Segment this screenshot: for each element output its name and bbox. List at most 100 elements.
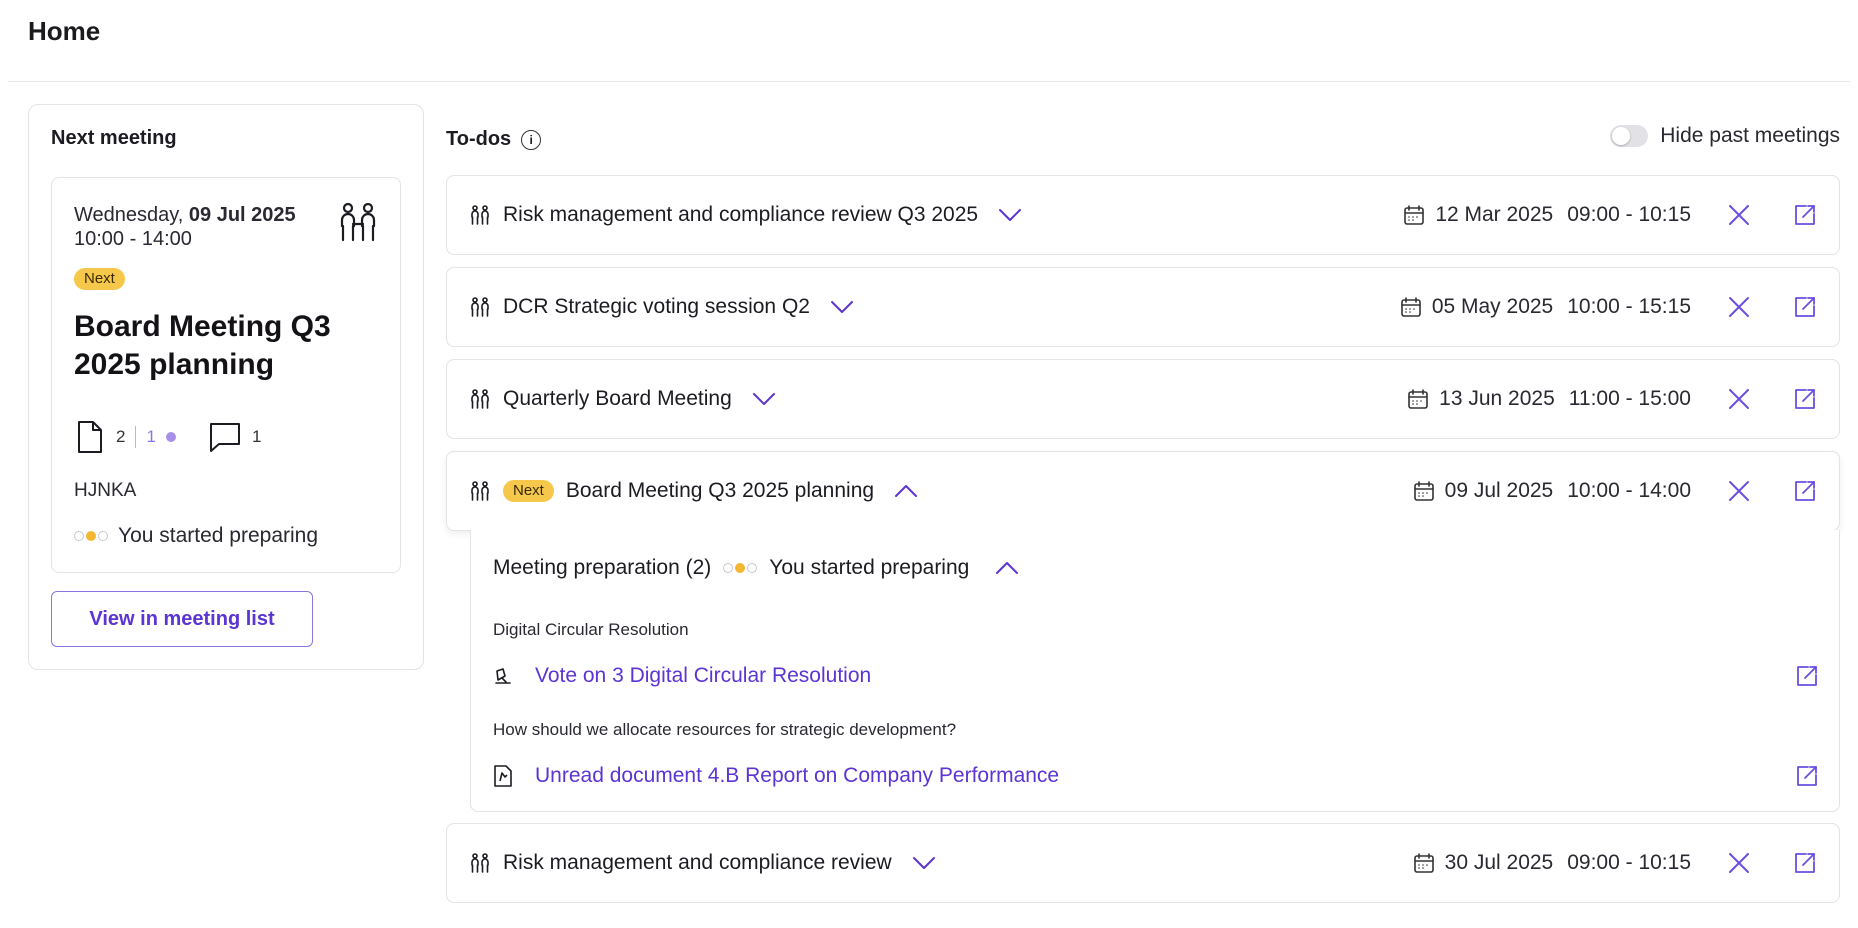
document-link[interactable]: Unread document 4.B Report on Company Pe…: [535, 764, 1059, 788]
meeting-weekday: Wednesday,: [74, 204, 189, 226]
meeting-date: 05 May 2025: [1431, 295, 1554, 318]
meeting-row[interactable]: DCR Strategic voting session Q2 05 May 20…: [446, 267, 1840, 347]
meeting-time: 10:00 - 14:00: [1567, 479, 1691, 502]
meeting-title: Board Meeting Q3 2025 planning: [74, 310, 331, 381]
progress-dots: [74, 531, 108, 541]
calendar-icon: [1403, 204, 1425, 226]
toggle-label: Hide past meetings: [1660, 124, 1840, 147]
meeting-row-right: 12 Mar 2025 09:00 - 10:15: [1403, 176, 1817, 254]
meeting-row-right: 30 Jul 2025 09:00 - 10:15: [1413, 824, 1817, 902]
calendar-icon: [1413, 480, 1435, 502]
next-meeting-card[interactable]: Wednesday, 09 Jul 2025 10:00 - 14:00 Nex…: [51, 177, 401, 573]
chevron-down-icon[interactable]: [998, 208, 1022, 222]
meeting-stats: 2 1 1: [74, 420, 261, 454]
stat-separator: [135, 426, 137, 448]
info-icon[interactable]: i: [521, 129, 542, 150]
calendar-icon: [1400, 296, 1422, 318]
meeting-title: Board Meeting Q3 2025 planning: [565, 479, 875, 502]
chevron-down-icon[interactable]: [912, 856, 936, 870]
prep-item-vote[interactable]: Vote on 3 Digital Circular Resolution: [493, 658, 1819, 694]
chevron-up-icon[interactable]: [995, 561, 1019, 575]
close-icon[interactable]: [1727, 479, 1751, 503]
external-link-icon[interactable]: [1793, 295, 1817, 319]
people-icon: [336, 200, 380, 244]
people-icon: [469, 388, 491, 410]
section-label: Digital Circular Resolution: [493, 620, 689, 639]
meeting-date: 12 Mar 2025: [1435, 203, 1554, 226]
document-icon: [74, 420, 106, 454]
meeting-row-left: Next Board Meeting Q3 2025 planning: [469, 452, 918, 530]
meeting-title: Risk management and compliance review: [503, 851, 892, 874]
todos-heading: To-dos i: [446, 128, 542, 151]
meeting-row[interactable]: Risk management and compliance review Q3…: [446, 175, 1840, 255]
people-icon: [469, 296, 491, 318]
preparation-status-label: You started preparing: [118, 524, 319, 547]
next-meeting-heading: Next meeting: [51, 127, 177, 149]
prep-item-document[interactable]: Unread document 4.B Report on Company Pe…: [493, 758, 1819, 794]
meeting-time: 10:00 - 14:00: [74, 228, 192, 250]
vote-icon: [493, 666, 513, 686]
next-meeting-panel: Next meeting Wednesday, 09 Jul 2025 10:0…: [28, 104, 424, 670]
meeting-date: 30 Jul 2025: [1444, 851, 1554, 874]
view-in-meeting-list-button[interactable]: View in meeting list: [51, 591, 313, 647]
meeting-title: Risk management and compliance review Q3…: [503, 203, 979, 226]
close-icon[interactable]: [1727, 851, 1751, 875]
meeting-row-left: Quarterly Board Meeting: [469, 360, 776, 438]
toggle-switch[interactable]: [1610, 125, 1649, 147]
chevron-up-icon[interactable]: [894, 484, 918, 498]
meeting-time: 09:00 - 10:15: [1567, 851, 1691, 874]
chevron-down-icon[interactable]: [830, 300, 854, 314]
preparation-status: You started preparing: [74, 524, 318, 548]
close-icon[interactable]: [1727, 387, 1751, 411]
external-link-icon[interactable]: [1793, 851, 1817, 875]
meeting-row-right: 13 Jun 2025 11:00 - 15:00: [1407, 360, 1817, 438]
meeting-title: Quarterly Board Meeting: [503, 387, 732, 410]
external-link-icon[interactable]: [1793, 203, 1817, 227]
meeting-date-value: 09 Jul 2025: [188, 204, 296, 226]
preparation-header[interactable]: Meeting preparation (2) You started prep…: [493, 556, 1019, 580]
preparation-title: Meeting preparation (2): [493, 556, 712, 579]
vote-link[interactable]: Vote on 3 Digital Circular Resolution: [535, 664, 871, 688]
meeting-time: 09:00 - 10:15: [1567, 203, 1691, 226]
close-icon[interactable]: [1727, 295, 1751, 319]
document-icon: [493, 765, 513, 787]
comment-icon: [208, 420, 242, 454]
meeting-row[interactable]: Next Board Meeting Q3 2025 planning 09 Jul…: [446, 451, 1840, 531]
meeting-row-left: Risk management and compliance review Q3…: [469, 176, 1022, 254]
hide-past-meetings-toggle[interactable]: Hide past meetings: [1610, 124, 1840, 148]
meeting-row[interactable]: Quarterly Board Meeting 13 Jun 2025 11:00 …: [446, 359, 1840, 439]
people-icon: [469, 204, 491, 226]
external-link-icon[interactable]: [1795, 764, 1819, 788]
comments-count: 1: [251, 427, 262, 446]
external-link-icon[interactable]: [1793, 387, 1817, 411]
meeting-preparation-panel: Meeting preparation (2) You started prep…: [470, 530, 1840, 812]
calendar-icon: [1413, 852, 1435, 874]
next-badge: Next: [503, 480, 554, 502]
external-link-icon[interactable]: [1795, 664, 1819, 688]
calendar-icon: [1407, 388, 1429, 410]
meeting-date: 09 Jul 2025: [1444, 479, 1554, 502]
meeting-row[interactable]: Risk management and compliance review 30 …: [446, 823, 1840, 903]
external-link-icon[interactable]: [1793, 479, 1817, 503]
meeting-row-left: DCR Strategic voting session Q2: [469, 268, 854, 346]
meeting-date: Wednesday, 09 Jul 2025: [74, 202, 296, 228]
progress-dots: [723, 563, 758, 573]
unread-dot: [165, 432, 176, 442]
people-icon: [469, 480, 491, 502]
meeting-time: 10:00 - 15:15: [1567, 295, 1691, 318]
page-title: Home: [28, 16, 101, 46]
section-label: How should we allocate resources for str…: [493, 720, 957, 739]
chevron-down-icon[interactable]: [752, 392, 776, 406]
next-badge: Next: [74, 268, 125, 290]
meeting-row-right: 09 Jul 2025 10:00 - 14:00: [1413, 452, 1817, 530]
close-icon[interactable]: [1727, 203, 1751, 227]
meeting-date: 13 Jun 2025: [1439, 387, 1555, 410]
todos-title: To-dos: [446, 128, 512, 150]
meeting-row-right: 05 May 2025 10:00 - 15:15: [1400, 268, 1817, 346]
people-icon: [469, 852, 491, 874]
documents-count: 2: [116, 427, 126, 446]
meeting-row-left: Risk management and compliance review: [469, 824, 936, 902]
meeting-title: DCR Strategic voting session Q2: [503, 295, 810, 318]
unread-count: 1: [146, 427, 156, 446]
preparation-status-label: You started preparing: [769, 556, 970, 579]
